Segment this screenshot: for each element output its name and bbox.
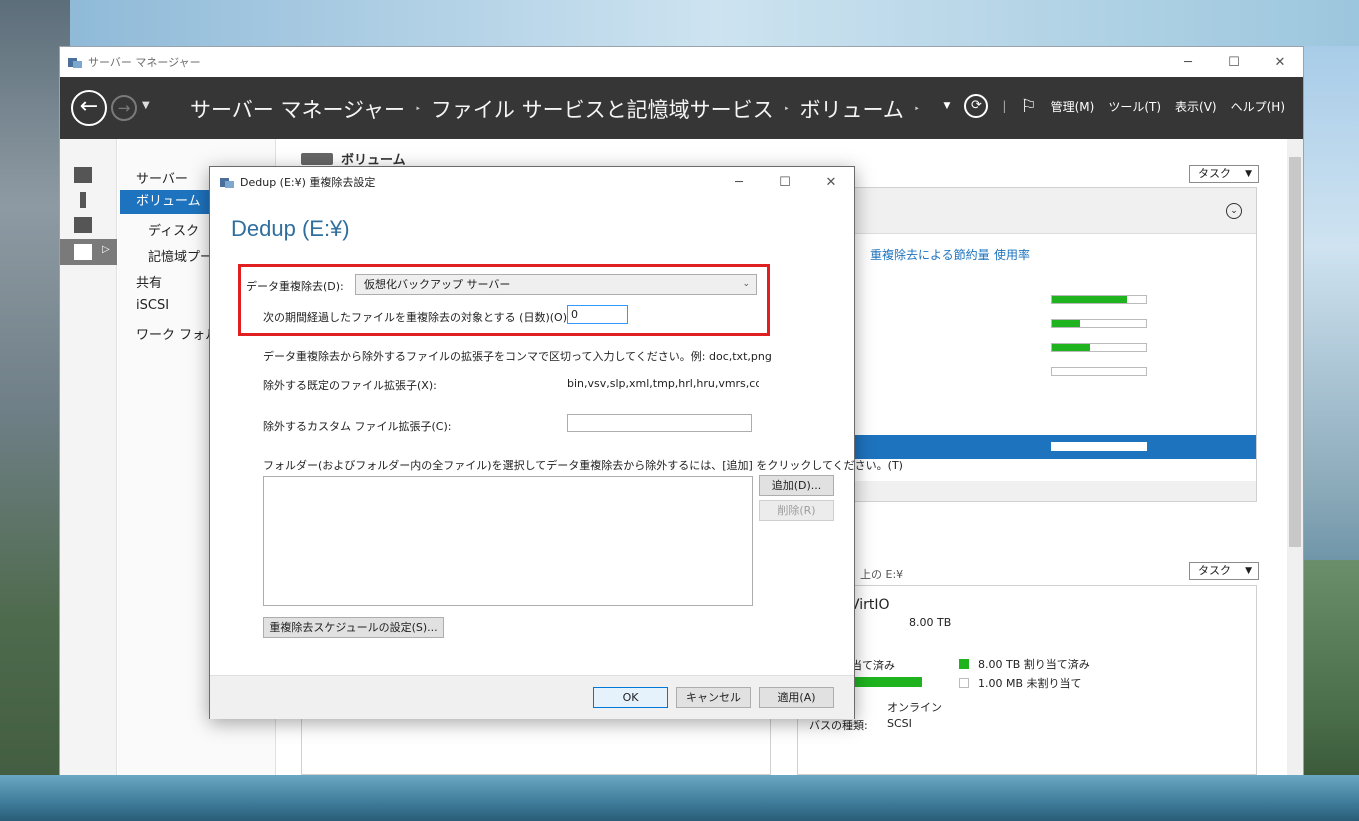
breadcrumb-dropdown-icon[interactable]: ▼ — [944, 101, 951, 111]
dialog-close-button[interactable]: ✕ — [808, 175, 854, 190]
unallocated-legend-icon — [959, 678, 969, 688]
scrollbar-thumb[interactable] — [1289, 157, 1301, 547]
usage-bar — [1051, 343, 1147, 352]
dialog-title: Dedup (E:¥) 重複除去設定 — [240, 176, 376, 189]
apply-button[interactable]: 適用(A) — [759, 687, 834, 708]
menu-tools[interactable]: ツール(T) — [1108, 98, 1161, 115]
close-button[interactable]: ✕ — [1257, 55, 1303, 70]
bus-type-value: SCSI — [887, 717, 912, 730]
usage-bar — [1051, 367, 1147, 376]
file-age-input[interactable]: 0 — [567, 305, 628, 324]
cancel-button[interactable]: キャンセル — [676, 687, 751, 708]
left-icon-rail: ▷ — [60, 139, 117, 775]
history-dropdown-icon[interactable]: ▼ — [142, 100, 150, 111]
breadcrumb-item-file-services[interactable]: ファイル サービスと記憶域サービス — [431, 94, 774, 124]
maximize-button[interactable]: ☐ — [1211, 55, 1257, 70]
vertical-scrollbar[interactable] — [1287, 139, 1303, 775]
server-manager-icon — [220, 176, 234, 188]
sidebar-item-servers[interactable]: サーバー — [136, 168, 188, 187]
desktop-sky — [70, 0, 1359, 46]
dialog-titlebar: Dedup (E:¥) 重複除去設定 ─ ☐ ✕ — [210, 167, 854, 197]
dedup-type-label: データ重複除去(D): — [246, 280, 344, 293]
tasks-dropdown[interactable]: タスク — [1189, 165, 1259, 183]
sidebar-item-shares[interactable]: 共有 — [136, 272, 162, 291]
volume-icon — [301, 153, 333, 165]
dedup-type-value: 仮想化バックアップ サーバー — [364, 278, 511, 291]
extension-instruction: データ重複除去から除外するファイルの拡張子をコンマで区切って入力してください。例… — [263, 350, 772, 363]
folder-exclusion-instruction: フォルダー(およびフォルダー内の全ファイル)を選択してデータ重複除去から除外する… — [263, 459, 903, 472]
custom-extensions-input[interactable] — [567, 414, 752, 432]
default-extensions-value: bin,vsv,slp,xml,tmp,hrl,hru,vmrs,cdp,v — [567, 377, 759, 390]
excluded-folders-list[interactable] — [263, 476, 753, 606]
allocated-legend-icon — [959, 659, 969, 669]
custom-extensions-label: 除外するカスタム ファイル拡張子(C): — [263, 420, 452, 433]
header-menu-area: ▼ ⟳ | ⚐ 管理(M) ツール(T) 表示(V) ヘルプ(H) — [944, 94, 1285, 118]
breadcrumb-item-server-manager[interactable]: サーバー マネージャー — [190, 94, 405, 124]
add-folder-button[interactable]: 追加(D)... — [759, 475, 834, 496]
chevron-down-icon[interactable]: ⌄ — [1226, 203, 1242, 219]
divider: | — [1002, 99, 1007, 113]
remove-folder-button[interactable]: 削除(R) — [759, 500, 834, 521]
disk-panel-title: 上の E:¥ — [860, 568, 904, 581]
dialog-footer: OK キャンセル 適用(A) — [210, 675, 854, 719]
legend-unallocated: 1.00 MB 未割り当て — [978, 677, 1082, 690]
window-title: サーバー マネージャー — [88, 56, 201, 69]
ok-button[interactable]: OK — [593, 687, 668, 708]
menu-view[interactable]: 表示(V) — [1175, 98, 1217, 115]
sidebar-item-iscsi[interactable]: iSCSI — [136, 298, 169, 313]
usage-bar-fill — [1052, 296, 1128, 303]
bus-type-label: バスの種類: — [809, 719, 868, 732]
menu-manage[interactable]: 管理(M) — [1051, 98, 1095, 115]
window-titlebar: サーバー マネージャー ─ ☐ ✕ — [60, 47, 1303, 77]
breadcrumb: サーバー マネージャー ‣ ファイル サービスと記憶域サービス ‣ ボリューム … — [190, 94, 920, 124]
minimize-button[interactable]: ─ — [1165, 55, 1211, 70]
status-value: オンライン — [887, 701, 942, 714]
refresh-icon[interactable]: ⟳ — [964, 94, 989, 118]
expand-arrow-icon: ▷ — [102, 244, 110, 255]
sidebar-item-storage-pools[interactable]: 記憶域プー — [148, 246, 213, 265]
dialog-minimize-button[interactable]: ─ — [716, 175, 762, 190]
back-arrow-icon[interactable]: ← — [71, 90, 107, 126]
default-extensions-label: 除外する既定のファイル拡張子(X): — [263, 379, 437, 392]
file-services-icon — [74, 244, 92, 260]
server-manager-icon — [68, 56, 82, 68]
column-usage[interactable]: 使用率 — [994, 246, 1030, 263]
dialog-heading: Dedup (E:¥) — [231, 216, 350, 241]
usage-bar — [1051, 295, 1147, 304]
dialog-maximize-button[interactable]: ☐ — [762, 175, 808, 190]
breadcrumb-separator-icon: ‣ — [415, 103, 421, 115]
dedup-settings-dialog: Dedup (E:¥) 重複除去設定 ─ ☐ ✕ Dedup (E:¥) データ… — [209, 166, 903, 719]
dashboard-icon[interactable] — [74, 167, 92, 183]
usage-bar — [1051, 319, 1147, 328]
breadcrumb-separator-icon: ‣ — [783, 103, 790, 115]
forward-arrow-icon[interactable]: → — [111, 95, 137, 121]
usage-bar-fill — [1052, 344, 1090, 351]
column-dedup-savings[interactable]: 重複除去による節約量 — [870, 246, 990, 263]
breadcrumb-separator-icon: ‣ — [913, 103, 920, 115]
disk-capacity: 8.00 TB — [909, 616, 952, 629]
dedup-type-select[interactable]: 仮想化バックアップ サーバー ⌄ — [355, 274, 757, 295]
breadcrumb-item-volumes[interactable]: ボリューム — [800, 94, 904, 124]
desktop-lake — [0, 775, 1359, 821]
menu-help[interactable]: ヘルプ(H) — [1231, 98, 1285, 115]
notification-flag-icon[interactable]: ⚐ — [1020, 96, 1036, 117]
usage-bar — [1051, 442, 1147, 451]
usage-bar-fill — [1052, 320, 1081, 327]
schedule-settings-button[interactable]: 重複除去スケジュールの設定(S)... — [263, 617, 444, 638]
sidebar-item-disks[interactable]: ディスク — [148, 220, 199, 239]
all-servers-icon[interactable] — [74, 217, 92, 233]
tasks-dropdown-disk[interactable]: タスク — [1189, 562, 1259, 580]
file-age-label: 次の期間経過したファイルを重複除去の対象とする (日数)(O): — [263, 311, 571, 324]
chevron-down-icon: ⌄ — [742, 279, 750, 289]
local-server-icon[interactable] — [80, 192, 86, 208]
legend-allocated: 8.00 TB 割り当て済み — [978, 658, 1090, 671]
header-bar: ← → ▼ サーバー マネージャー ‣ ファイル サービスと記憶域サービス ‣ … — [60, 77, 1303, 139]
